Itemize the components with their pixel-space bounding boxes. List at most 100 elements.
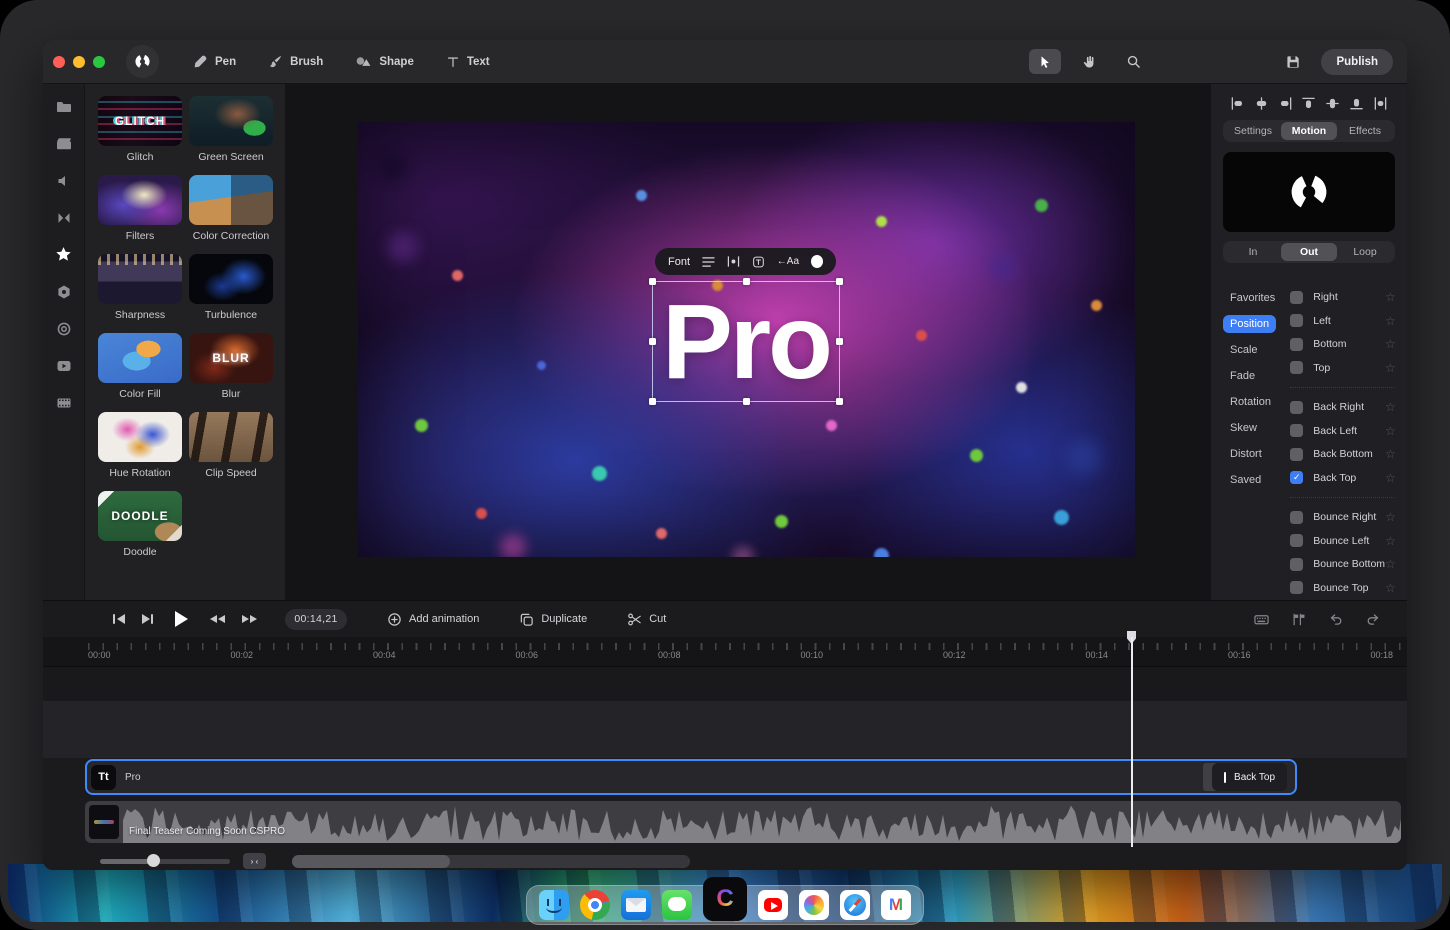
favorite-star-icon[interactable]: ☆ (1385, 472, 1395, 484)
checkbox[interactable] (1290, 291, 1303, 304)
timeline-zoom-slider[interactable] (100, 859, 230, 864)
align-left-icon[interactable] (1230, 96, 1245, 111)
favorite-star-icon[interactable]: ☆ (1385, 338, 1395, 350)
effect-thumbnail[interactable] (98, 412, 182, 462)
effect-thumbnail[interactable]: BLUR (189, 333, 273, 383)
favorite-star-icon[interactable]: ☆ (1385, 315, 1395, 327)
youtube-icon[interactable] (758, 890, 788, 920)
motion-category[interactable]: Skew (1223, 419, 1264, 437)
favorite-star-icon[interactable]: ☆ (1385, 511, 1395, 523)
checkbox[interactable] (1290, 338, 1303, 351)
timeline-scrollbar[interactable] (292, 855, 690, 868)
checkbox[interactable] (1290, 424, 1303, 437)
align-right-icon[interactable] (1278, 96, 1293, 111)
shape-tool[interactable]: Shape (355, 54, 414, 69)
playback-tab[interactable]: Loop (1337, 243, 1393, 261)
animation-option-row[interactable]: Bounce Left ☆ (1290, 533, 1395, 549)
skip-to-end-button[interactable] (142, 614, 154, 624)
skip-to-start-button[interactable] (113, 614, 125, 624)
inspector-tab[interactable]: Motion (1281, 122, 1337, 140)
favorite-star-icon[interactable]: ☆ (1385, 291, 1395, 303)
effect-item[interactable]: Color Fill (98, 333, 182, 400)
text-box-icon[interactable] (752, 255, 765, 269)
effect-item[interactable]: DOODLE Doodle (98, 491, 182, 558)
motion-category[interactable]: Distort (1223, 445, 1269, 463)
text-selection-box[interactable]: Pro (652, 281, 840, 402)
animation-option-row[interactable]: Bottom ☆ (1290, 336, 1395, 352)
animation-option-row[interactable]: Top ☆ (1290, 360, 1395, 376)
animation-option-row[interactable]: Bounce Bottom ☆ (1290, 556, 1395, 572)
effect-thumbnail[interactable] (98, 333, 182, 383)
checkbox[interactable] (1290, 534, 1303, 547)
play-button[interactable] (175, 611, 188, 627)
fast-forward-button[interactable] (242, 615, 257, 623)
hand-tool-button[interactable] (1073, 49, 1105, 74)
undo-icon[interactable] (1328, 612, 1344, 627)
favorite-star-icon[interactable]: ☆ (1385, 425, 1395, 437)
resize-handle[interactable] (649, 278, 656, 285)
filmstrip-icon[interactable] (55, 394, 72, 411)
resize-handle[interactable] (649, 398, 656, 405)
color-swatch[interactable] (811, 255, 823, 268)
animation-option-row[interactable]: Back Left ☆ (1290, 423, 1395, 439)
animation-option-row[interactable]: Bounce Right ☆ (1290, 509, 1395, 525)
effect-item[interactable]: Clip Speed (189, 412, 273, 479)
motion-category[interactable]: Saved (1223, 471, 1268, 489)
add-animation-button[interactable]: Add animation (387, 612, 479, 627)
finder-icon[interactable] (539, 890, 569, 920)
close-window-button[interactable] (53, 56, 65, 68)
effect-thumbnail[interactable] (98, 254, 182, 304)
checkbox[interactable] (1290, 511, 1303, 524)
resize-handle[interactable] (836, 278, 843, 285)
effect-thumbnail[interactable] (189, 412, 273, 462)
favorite-star-icon[interactable]: ☆ (1385, 535, 1395, 547)
brush-tool[interactable]: Brush (268, 54, 323, 69)
effect-item[interactable]: Sharpness (98, 254, 182, 321)
zoom-slider-thumb[interactable] (147, 854, 160, 867)
align-center-v-icon[interactable] (1325, 96, 1340, 111)
motion-category[interactable]: Favorites (1223, 289, 1282, 307)
align-bottom-icon[interactable] (1349, 96, 1364, 111)
align-center-h-icon[interactable] (1254, 96, 1269, 111)
checkbox[interactable] (1290, 314, 1303, 327)
audio-speaker-icon[interactable] (55, 172, 72, 189)
align-top-icon[interactable] (1301, 96, 1316, 111)
text-track-clip[interactable]: Tt Pro Back Top (85, 759, 1297, 795)
checkbox[interactable] (1290, 581, 1303, 594)
letter-spacing-icon[interactable] (727, 255, 740, 268)
canvas-text[interactable]: Pro (662, 289, 830, 395)
publish-button[interactable]: Publish (1321, 49, 1393, 75)
animation-option-row[interactable]: Back Bottom ☆ (1290, 446, 1395, 462)
record-icon[interactable] (55, 320, 72, 337)
video-play-icon[interactable] (55, 357, 72, 374)
animation-chip[interactable]: Back Top (1212, 763, 1287, 791)
motion-category[interactable]: Scale (1223, 341, 1265, 359)
clapperboard-icon[interactable] (55, 135, 72, 152)
effect-thumbnail[interactable] (98, 175, 182, 225)
effect-item[interactable]: BLUR Blur (189, 333, 273, 400)
motion-category[interactable]: Fade (1223, 367, 1262, 385)
effect-item[interactable]: Filters (98, 175, 182, 242)
timeline-ruler[interactable]: 00:0000:0200:0400:0600:0800:1000:1200:14… (43, 637, 1407, 667)
cut-button[interactable]: Cut (627, 612, 666, 627)
effect-item[interactable]: Color Correction (189, 175, 273, 242)
messages-icon[interactable] (662, 890, 692, 920)
distribute-h-icon[interactable] (1373, 96, 1388, 111)
resize-handle[interactable] (743, 398, 750, 405)
plugin-hexagon-icon[interactable] (55, 283, 72, 300)
gmail-icon[interactable]: M (881, 890, 911, 920)
save-button[interactable] (1277, 49, 1309, 74)
duplicate-button[interactable]: Duplicate (519, 612, 587, 627)
resize-handle[interactable] (649, 338, 656, 345)
favorite-star-icon[interactable]: ☆ (1385, 582, 1395, 594)
effect-thumbnail[interactable] (189, 254, 273, 304)
favorite-star-icon[interactable]: ☆ (1385, 401, 1395, 413)
effect-thumbnail[interactable]: DOODLE (98, 491, 182, 541)
flags-icon[interactable] (1291, 612, 1307, 627)
checkbox[interactable] (1290, 448, 1303, 461)
inspector-tab[interactable]: Effects (1337, 122, 1393, 140)
motion-category[interactable]: Position (1223, 315, 1276, 333)
font-menu[interactable]: Font (668, 256, 690, 268)
effects-star-icon[interactable] (55, 246, 72, 263)
keyboard-shortcuts-icon[interactable] (1253, 612, 1270, 627)
